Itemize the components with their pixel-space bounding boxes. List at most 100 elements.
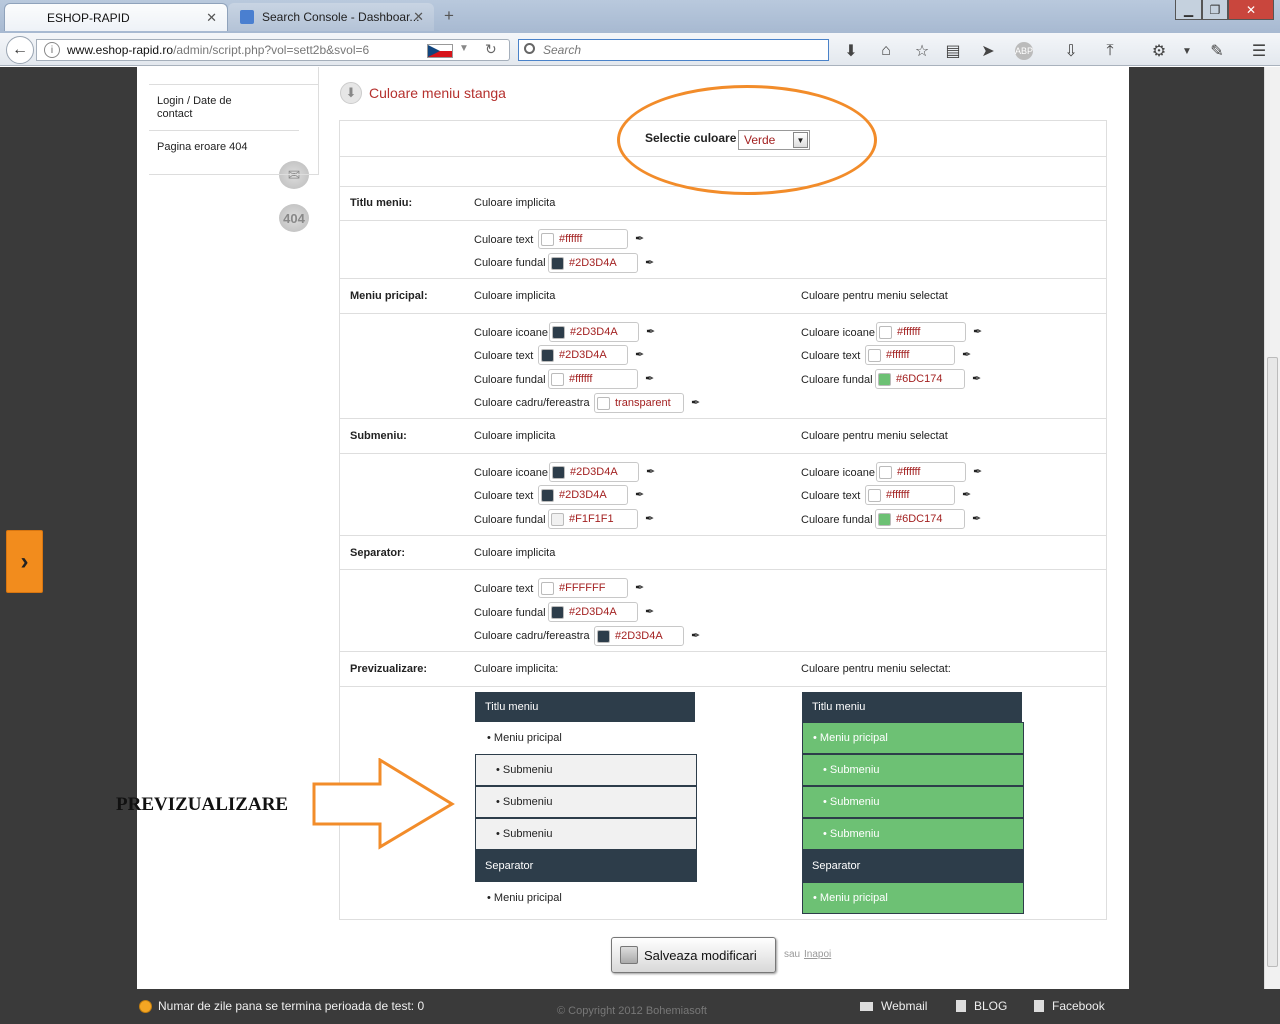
minimize-button[interactable]: ▁	[1175, 0, 1202, 20]
eyedropper-icon[interactable]: ✒	[973, 325, 982, 338]
save-label: Salveaza modificari	[644, 947, 757, 963]
tab-search-console[interactable]: Search Console - Dashboar... ✕	[228, 3, 434, 31]
field-label: Culoare text	[474, 583, 534, 595]
eyedropper-icon[interactable]: ✒	[691, 396, 700, 409]
eyedropper-icon[interactable]: ✒	[635, 232, 644, 245]
eyedropper-icon[interactable]: ✒	[645, 256, 654, 269]
tab-eshop[interactable]: ESHOP-RAPID ✕	[4, 3, 228, 31]
sub-icons-color-input[interactable]: #2D3D4A	[549, 462, 639, 482]
close-tab-icon[interactable]: ✕	[413, 9, 424, 25]
main-frame-color-input[interactable]: transparent	[594, 393, 684, 413]
info-icon[interactable]: i	[44, 42, 60, 58]
sidebar-item-404[interactable]: Pagina eroare 404	[149, 131, 318, 175]
url-path: /admin/script.php?vol=sett2b&svol=6	[173, 43, 370, 57]
back-button[interactable]: ←	[6, 36, 34, 64]
default-color-label: Culoare implicita	[474, 197, 556, 209]
preview-annotation: PREVIZUALIZARE	[116, 794, 289, 815]
eyedropper-icon[interactable]: ✒	[645, 512, 654, 525]
title-background-color-input[interactable]: #2D3D4A	[548, 253, 638, 273]
color-swatch	[878, 512, 891, 526]
home-icon[interactable]: ⌂	[875, 40, 897, 62]
section-title: Culoare meniu stanga	[369, 85, 506, 101]
search-input[interactable]: Search	[518, 39, 829, 61]
reading-list-icon[interactable]: ▤	[942, 40, 964, 62]
preview-selected-sub-item: • Submeniu	[802, 818, 1024, 850]
nav-bar: ← i www.eshop-rapid.ro/admin/script.php?…	[0, 33, 1280, 66]
title-text-color-input[interactable]: #ffffff	[538, 229, 628, 249]
color-swatch	[868, 348, 881, 362]
sub-selected-icons-color-input[interactable]: #ffffff	[876, 462, 966, 482]
scrollbar-thumb[interactable]	[1267, 357, 1278, 967]
bookmark-star-icon[interactable]: ☆	[911, 40, 933, 62]
eyedropper-icon[interactable]: ✒	[962, 488, 971, 501]
field-label: Culoare text	[801, 490, 861, 502]
save-button[interactable]: Salveaza modificari	[611, 937, 776, 973]
preview-default-sub-item: • Submeniu	[475, 754, 697, 786]
main-text-color-input[interactable]: #2D3D4A	[538, 345, 628, 365]
main-background-color-input[interactable]: #ffffff	[548, 369, 638, 389]
eyedropper-icon[interactable]: ✒	[972, 372, 981, 385]
eyedropper-icon[interactable]: ✒	[635, 488, 644, 501]
main-selected-icons-color-input[interactable]: #ffffff	[876, 322, 966, 342]
facebook-link[interactable]: Facebook	[1034, 999, 1105, 1013]
maximize-button[interactable]: ❐	[1202, 0, 1228, 20]
eyedropper-icon[interactable]: ✒	[635, 348, 644, 361]
blog-link[interactable]: BLOG	[956, 999, 1007, 1013]
scrollbar[interactable]	[1264, 67, 1280, 989]
close-window-button[interactable]: ✕	[1228, 0, 1274, 20]
field-label: Culoare cadru/fereastra	[474, 397, 590, 409]
color-value: #2D3D4A	[559, 349, 607, 361]
expand-sidebar-button[interactable]: ›	[6, 530, 43, 593]
field-label: Culoare icoane	[801, 327, 875, 339]
eyedropper-icon[interactable]: ✒	[962, 348, 971, 361]
sub-text-color-input[interactable]: #2D3D4A	[538, 485, 628, 505]
eyedropper-icon[interactable]: ✒	[972, 512, 981, 525]
download-helper-icon[interactable]: ⇩	[1060, 40, 1082, 62]
eyedropper-icon[interactable]: ✒	[635, 581, 644, 594]
separator-text-color-input[interactable]: #FFFFFF	[538, 578, 628, 598]
upload-icon[interactable]: ⤒	[1099, 40, 1121, 62]
gear-icon[interactable]: ⚙	[1148, 40, 1170, 62]
sub-selected-background-color-input[interactable]: #6DC174	[875, 509, 965, 529]
eyedropper-icon[interactable]: ✒	[646, 325, 655, 338]
menu-icon[interactable]: ☰	[1248, 40, 1270, 62]
sidebar-item-top[interactable]	[149, 67, 318, 85]
separator-frame-color-input[interactable]: #2D3D4A	[594, 626, 684, 646]
main-selected-text-color-input[interactable]: #ffffff	[865, 345, 955, 365]
back-link[interactable]: Inapoi	[804, 949, 831, 960]
sub-background-color-input[interactable]: #F1F1F1	[548, 509, 638, 529]
error-404-icon: 404	[279, 204, 309, 232]
divider	[339, 313, 1107, 314]
adblock-icon[interactable]: ABP	[1015, 42, 1033, 60]
mail-icon	[860, 1001, 873, 1011]
color-value: transparent	[615, 397, 671, 409]
reload-icon[interactable]: ↻	[485, 41, 497, 58]
sidebar-item-login[interactable]: Login / Date de contact	[149, 85, 299, 131]
main-icons-color-input[interactable]: #2D3D4A	[549, 322, 639, 342]
main-selected-background-color-input[interactable]: #6DC174	[875, 369, 965, 389]
preview-selected-main-item: • Meniu pricipal	[802, 722, 1024, 754]
selected-color-label: Culoare pentru meniu selectat:	[801, 663, 951, 675]
preview-default-sub-item: • Submeniu	[475, 818, 697, 850]
sub-selected-text-color-input[interactable]: #ffffff	[865, 485, 955, 505]
download-icon[interactable]: ⬇	[840, 40, 862, 62]
eyedropper-icon[interactable]: ✒	[691, 629, 700, 642]
eyedropper-icon[interactable]: ✒	[645, 605, 654, 618]
new-tab-button[interactable]: +	[444, 6, 454, 26]
eyedropper-icon[interactable]: ✒	[646, 465, 655, 478]
chevron-down-icon[interactable]: ▼	[1176, 40, 1198, 62]
url-bar[interactable]: i www.eshop-rapid.ro/admin/script.php?vo…	[36, 39, 510, 61]
eyedropper-icon[interactable]: ✒	[973, 465, 982, 478]
divider	[339, 453, 1107, 454]
default-color-label: Culoare implicita	[474, 547, 556, 559]
send-icon[interactable]: ➤	[977, 40, 999, 62]
separator-background-color-input[interactable]: #2D3D4A	[548, 602, 638, 622]
color-swatch	[552, 465, 565, 479]
close-tab-icon[interactable]: ✕	[206, 10, 217, 26]
group-sub-label: Submeniu:	[350, 430, 407, 442]
eyedropper-icon[interactable]: ✒	[645, 372, 654, 385]
edit-icon[interactable]: ✎	[1206, 40, 1228, 62]
webmail-link[interactable]: Webmail	[860, 999, 927, 1013]
dropdown-icon[interactable]: ▼	[459, 43, 469, 54]
default-color-label: Culoare implicita:	[474, 663, 559, 675]
